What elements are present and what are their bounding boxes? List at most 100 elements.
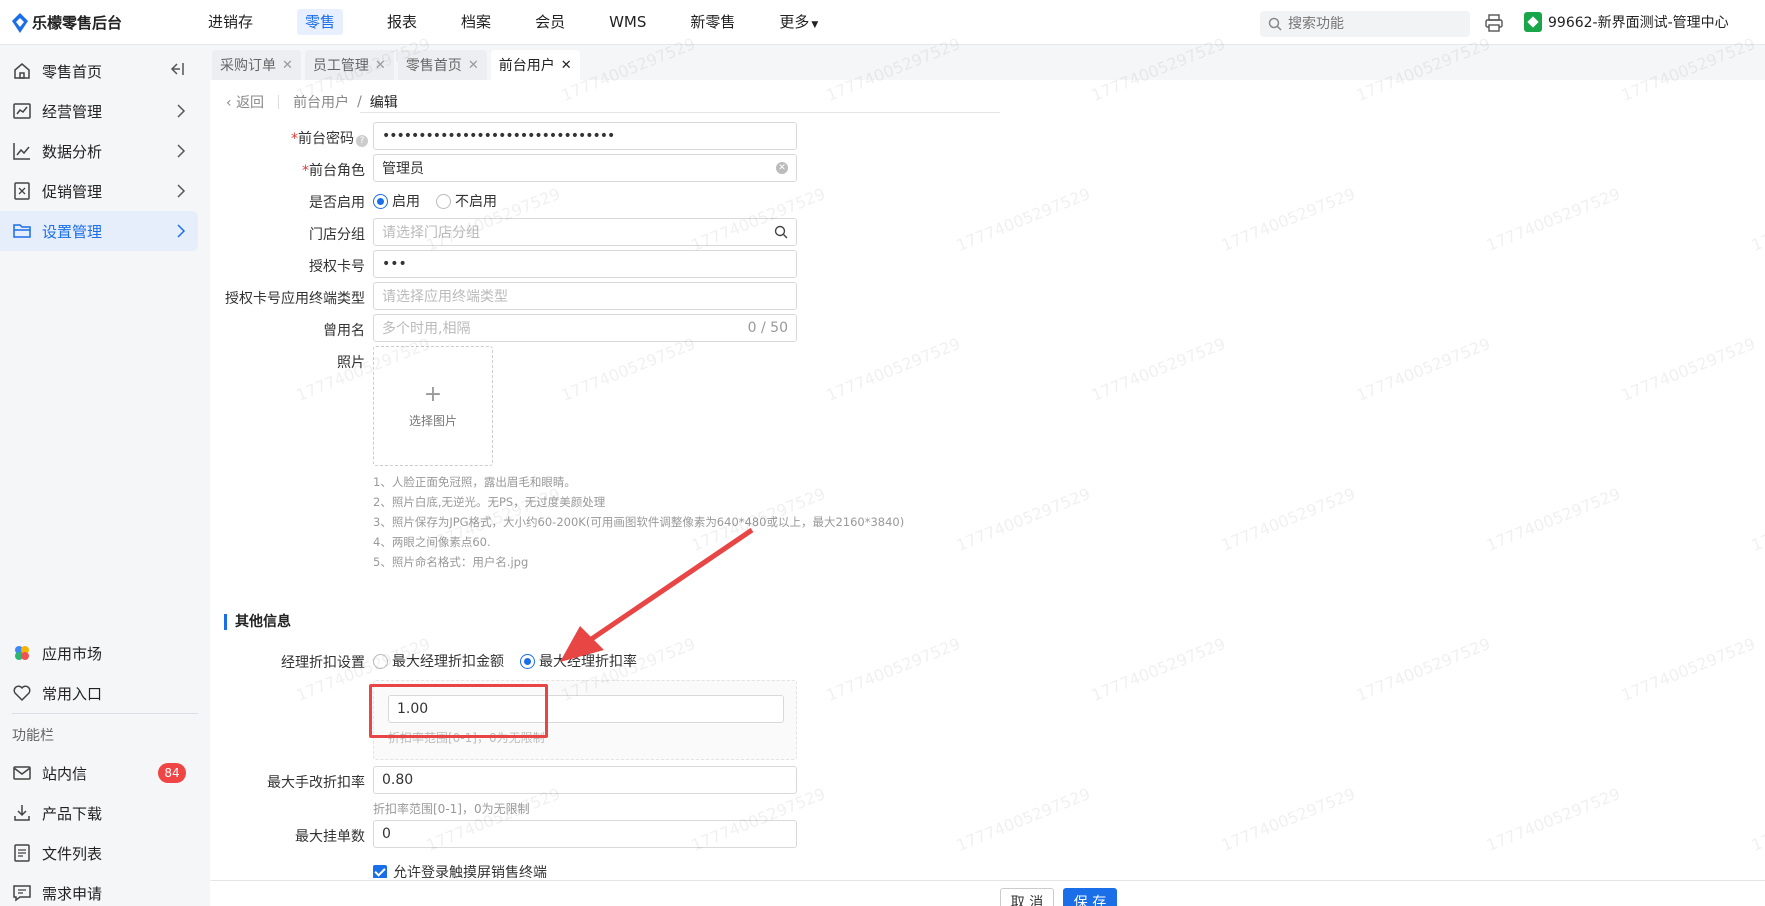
heart-icon <box>13 685 31 702</box>
sidebar-item-label: 站内信 <box>42 764 88 783</box>
alias-field[interactable]: 多个时用,相隔 0 / 50 <box>373 314 797 342</box>
max-hold-input[interactable]: 0 <box>373 820 797 848</box>
search-icon <box>1268 17 1282 31</box>
topnav-wms[interactable]: WMS <box>601 0 654 45</box>
allow-touch-checkbox[interactable]: 允许登录触摸屏销售终端 <box>373 862 547 878</box>
terminal-type-label: 授权卡号应用终端类型 <box>225 291 365 307</box>
max-manual-discount-input[interactable]: 0.80 <box>373 766 797 794</box>
download-icon <box>14 805 30 821</box>
close-icon[interactable]: ✕ <box>375 58 386 73</box>
tab-staff[interactable]: 员工管理 ✕ <box>304 50 394 80</box>
clear-icon[interactable]: ✕ <box>776 162 788 174</box>
topnav-member[interactable]: 会员 <box>527 0 573 45</box>
sidebar-item-business[interactable]: 经营管理 <box>0 91 198 131</box>
sidebar-item-promotion[interactable]: 促销管理 <box>0 171 198 211</box>
row-manager-discount: 经理折扣设置 最大经理折扣金额 最大经理折扣率 <box>210 646 1010 676</box>
sidebar-item-label: 设置管理 <box>42 222 103 241</box>
upload-text: 选择图片 <box>408 413 457 428</box>
photo-upload[interactable]: + 选择图片 <box>373 346 493 466</box>
radio-label: 启用 <box>392 194 420 210</box>
sidebar-divider <box>12 713 198 714</box>
sidebar: 零售首页 经营管理 数据分析 促销管理 设置管理 应用市场 常用入口 功能栏 站… <box>0 45 210 906</box>
logo-icon <box>12 12 28 33</box>
breadcrumb-current: 编辑 <box>369 95 398 111</box>
topnav-label: 进销存 <box>208 13 254 31</box>
back-link[interactable]: ‹ 返回 <box>226 92 264 112</box>
topnav-label: 更多 <box>779 13 810 31</box>
enabled-label: 是否启用 <box>309 195 365 211</box>
topnav-more[interactable]: 更多 ▼ <box>771 0 826 45</box>
sidebar-item-files[interactable]: 文件列表 <box>0 833 198 873</box>
topnav-label: 档案 <box>461 13 492 31</box>
store-group-label: 门店分组 <box>309 227 365 243</box>
sidebar-item-label: 应用市场 <box>42 644 103 663</box>
photo-tips: 1、人脸正面免冠照，露出眉毛和眼睛。 2、照片白底,无逆光。无PS，无过度美颜处… <box>373 472 904 572</box>
row-auth-card: 授权卡号 ••• <box>210 250 1010 280</box>
file-list-icon <box>14 844 30 862</box>
radio-disabled[interactable]: 不启用 <box>436 191 497 211</box>
manager-discount-radio-group: 最大经理折扣金额 最大经理折扣率 <box>373 651 637 671</box>
terminal-type-select[interactable]: 请选择应用终端类型 <box>373 282 797 310</box>
sidebar-item-app-market[interactable]: 应用市场 <box>0 633 198 673</box>
sidebar-item-download[interactable]: 产品下载 <box>0 793 198 833</box>
promo-icon <box>14 182 30 200</box>
store-group-select[interactable]: 请选择门店分组 <box>373 218 797 246</box>
topnav-retail[interactable]: 零售 <box>289 0 351 45</box>
page-tabs: 采购订单 ✕ 员工管理 ✕ 零售首页 ✕ 前台用户 ✕ <box>210 45 1765 80</box>
row-terminal-type: 授权卡号应用终端类型 请选择应用终端类型 <box>210 282 1010 312</box>
tip-line: 2、照片白底,无逆光。无PS，无过度美颜处理 <box>373 495 606 509</box>
role-select[interactable]: 管理员 ✕ <box>373 154 797 182</box>
caret-down-icon: ▼ <box>811 20 819 30</box>
tip-line: 4、两眼之间像素点60. <box>373 535 491 549</box>
collapse-sidebar-icon[interactable] <box>170 62 186 76</box>
search-icon[interactable] <box>774 225 788 239</box>
close-icon[interactable]: ✕ <box>282 58 293 73</box>
password-field[interactable]: •••••••••••••••••••••••••••••••• <box>373 122 797 150</box>
radio-enabled[interactable]: 启用 <box>373 191 420 211</box>
divider <box>360 112 1000 113</box>
printer-icon[interactable] <box>1484 13 1504 33</box>
request-icon <box>13 885 31 902</box>
tab-retail-home[interactable]: 零售首页 ✕ <box>397 50 487 80</box>
breadcrumb-parent[interactable]: 前台用户 <box>293 92 349 112</box>
tab-front-user[interactable]: 前台用户 ✕ <box>490 50 580 80</box>
save-button[interactable]: 保 存 <box>1063 888 1117 906</box>
search-box[interactable] <box>1260 11 1470 37</box>
sidebar-item-request[interactable]: 需求申请 <box>0 873 198 906</box>
help-icon[interactable]: ? <box>356 135 368 147</box>
topnav-report[interactable]: 报表 <box>379 0 425 45</box>
topnav-archive[interactable]: 档案 <box>453 0 499 45</box>
tab-purchase-order[interactable]: 采购订单 ✕ <box>212 50 301 80</box>
close-icon[interactable]: ✕ <box>468 58 479 73</box>
search-input[interactable] <box>1288 16 1458 32</box>
role-value: 管理员 <box>382 161 424 177</box>
store-switcher[interactable]: 99662-新界面测试-管理中心 <box>1524 12 1729 32</box>
topnav-label: 报表 <box>387 13 418 31</box>
sidebar-item-settings[interactable]: 设置管理 <box>0 211 198 251</box>
topnav-label: 零售 <box>297 9 344 35</box>
row-photo-tips: 1、人脸正面免冠照，露出眉毛和眼睛。 2、照片白底,无逆光。无PS，无过度美颜处… <box>210 472 1110 582</box>
app-logo[interactable]: 乐檬零售后台 <box>12 12 122 33</box>
main-content: ‹ 返回 前台用户 / 编辑 *前台密码? ••••••••••••••••••… <box>210 80 1765 906</box>
auth-card-field[interactable]: ••• <box>373 250 797 278</box>
close-icon[interactable]: ✕ <box>561 58 572 73</box>
sidebar-item-label: 促销管理 <box>42 182 103 201</box>
max-hold-label: 最大挂单数 <box>295 829 365 845</box>
topnav-label: 会员 <box>535 13 566 31</box>
radio-max-amount[interactable]: 最大经理折扣金额 <box>373 651 504 671</box>
app-title: 乐檬零售后台 <box>32 14 123 32</box>
placeholder-text: 请选择门店分组 <box>382 225 480 241</box>
sidebar-item-messages[interactable]: 站内信 84 <box>0 753 198 793</box>
row-store-group: 门店分组 请选择门店分组 <box>210 218 1010 248</box>
sidebar-item-analysis[interactable]: 数据分析 <box>0 131 198 171</box>
topnav-jxc[interactable]: 进销存 <box>200 0 261 45</box>
radio-max-rate[interactable]: 最大经理折扣率 <box>520 651 637 671</box>
sidebar-item-retail-home[interactable]: 零售首页 <box>0 51 198 91</box>
cancel-button[interactable]: 取 消 <box>1000 888 1054 906</box>
sidebar-item-favorites[interactable]: 常用入口 <box>0 673 198 713</box>
radio-dot <box>373 653 388 669</box>
trend-icon <box>13 143 30 160</box>
topnav-new-retail[interactable]: 新零售 <box>682 0 743 45</box>
row-role: *前台角色 管理员 ✕ <box>210 154 1010 184</box>
alias-label: 曾用名 <box>323 323 365 339</box>
